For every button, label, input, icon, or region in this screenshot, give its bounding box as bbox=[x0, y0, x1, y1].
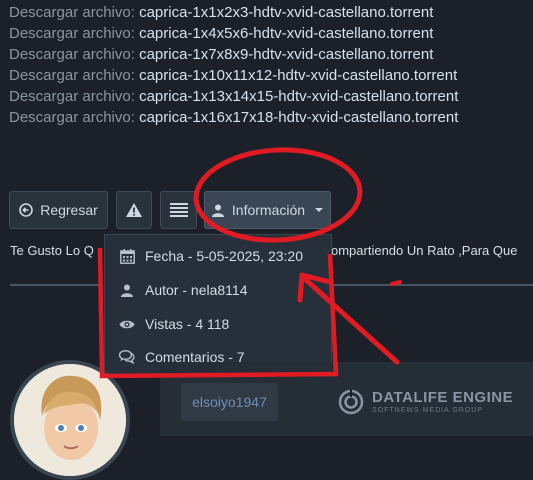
download-link[interactable]: caprica-1x1x2x3-hdtv-xvid-castellano.tor… bbox=[139, 4, 433, 21]
download-link[interactable]: caprica-1x10x11x12-hdtv-xvid-castellano.… bbox=[139, 67, 457, 84]
calendar-icon bbox=[119, 248, 135, 264]
download-prefix: Descargar archivo: bbox=[9, 25, 135, 42]
username-button[interactable]: elsoiyo1947 bbox=[181, 383, 278, 421]
info-button-label: Información bbox=[231, 202, 306, 218]
download-link[interactable]: caprica-1x13x14x15-hdtv-xvid-castellano.… bbox=[139, 88, 458, 105]
download-link[interactable]: caprica-1x4x5x6-hdtv-xvid-castellano.tor… bbox=[139, 25, 433, 42]
post-description-right: ompartiendo Un Rato ,Para Que bbox=[331, 243, 518, 258]
menu-item-views-label: Vistas - 4 118 bbox=[145, 316, 230, 332]
download-row: Descargar archivo: caprica-1x10x11x12-hd… bbox=[9, 65, 458, 86]
menu-item-author[interactable]: Autor - nela8114 bbox=[105, 273, 345, 307]
report-button[interactable] bbox=[116, 191, 152, 229]
logo-subtitle: SOFTNEWS MEDIA GROUP bbox=[372, 406, 484, 414]
download-row: Descargar archivo: caprica-1x1x2x3-hdtv-… bbox=[9, 2, 458, 23]
list-icon bbox=[169, 203, 188, 217]
download-link[interactable]: caprica-1x16x17x18-hdtv-xvid-castellano.… bbox=[139, 109, 458, 126]
download-prefix: Descargar archivo: bbox=[9, 67, 135, 84]
menu-item-views: Vistas - 4 118 bbox=[105, 307, 345, 341]
datalife-engine-logo: DATALIFE ENGINE SOFTNEWS MEDIA GROUP bbox=[338, 389, 513, 415]
list-button[interactable] bbox=[160, 191, 197, 229]
divider bbox=[10, 284, 103, 286]
download-prefix: Descargar archivo: bbox=[9, 88, 135, 105]
download-row: Descargar archivo: caprica-1x16x17x18-hd… bbox=[9, 107, 458, 128]
warning-icon bbox=[125, 202, 143, 218]
download-prefix: Descargar archivo: bbox=[9, 109, 135, 126]
menu-item-date-label: Fecha - 5-05-2025, 23:20 bbox=[145, 248, 303, 264]
download-row: Descargar archivo: caprica-1x7x8x9-hdtv-… bbox=[9, 44, 458, 65]
info-dropdown-button[interactable]: Información bbox=[204, 191, 331, 229]
download-link[interactable]: caprica-1x7x8x9-hdtv-xvid-castellano.tor… bbox=[139, 46, 433, 63]
menu-item-author-label: Autor - nela8114 bbox=[145, 282, 248, 298]
eye-icon bbox=[119, 316, 135, 332]
info-dropdown-menu: Fecha - 5-05-2025, 23:20 Autor - nela811… bbox=[104, 234, 332, 375]
avatar[interactable] bbox=[10, 360, 130, 480]
download-row: Descargar archivo: caprica-1x4x5x6-hdtv-… bbox=[9, 23, 458, 44]
user-icon bbox=[211, 204, 224, 217]
back-button-label: Regresar bbox=[40, 202, 98, 218]
back-button[interactable]: Regresar bbox=[9, 191, 108, 229]
user-icon bbox=[119, 282, 135, 298]
download-prefix: Descargar archivo: bbox=[9, 4, 135, 21]
download-prefix: Descargar archivo: bbox=[9, 46, 135, 63]
menu-item-date: Fecha - 5-05-2025, 23:20 bbox=[105, 239, 345, 273]
back-arrow-icon bbox=[19, 203, 34, 217]
logo-title: DATALIFE ENGINE bbox=[372, 388, 514, 406]
chevron-down-icon bbox=[315, 208, 324, 212]
download-list: Descargar archivo: caprica-1x1x2x3-hdtv-… bbox=[9, 2, 458, 128]
post-description-left: Te Gusto Lo Q bbox=[10, 243, 94, 258]
comments-icon bbox=[119, 349, 135, 365]
download-row: Descargar archivo: caprica-1x13x14x15-hd… bbox=[9, 86, 458, 107]
datalife-logo-icon bbox=[338, 389, 364, 415]
divider bbox=[330, 284, 533, 286]
